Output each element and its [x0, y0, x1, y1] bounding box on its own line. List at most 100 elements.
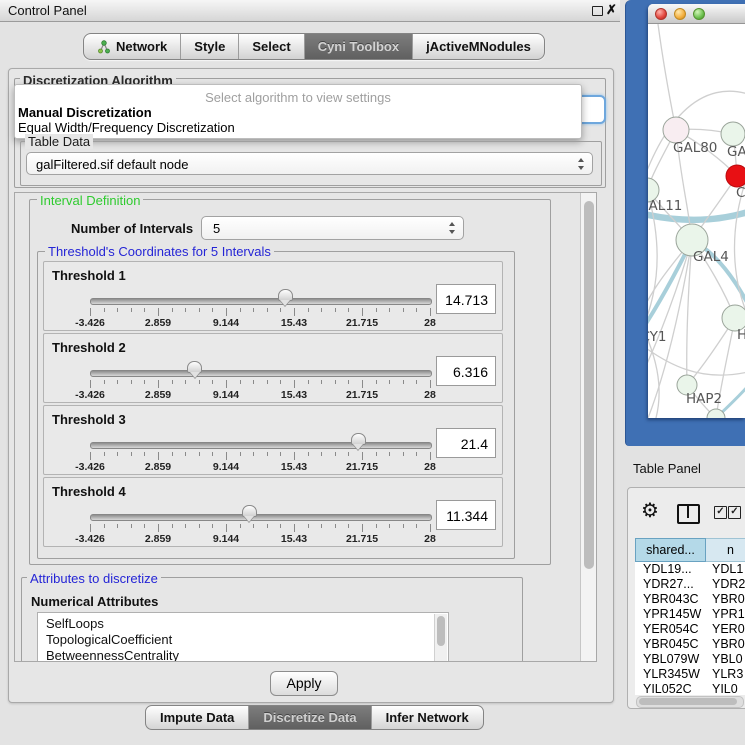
slider-tick-label: 28: [424, 533, 436, 545]
slider-tick-label: 2.859: [145, 389, 171, 401]
tab-network[interactable]: Network: [84, 34, 181, 59]
control-panel-tabbar: NetworkStyleSelectCyni Toolbox jActiveMNo…: [83, 33, 545, 60]
cell-shared-name: YDR27...: [643, 577, 694, 591]
bottom-tab-infer-network[interactable]: Infer Network: [372, 706, 483, 729]
threshold-value-field[interactable]: 21.4: [436, 428, 496, 458]
cell-shared-name: YBR043C: [643, 592, 699, 606]
slider-tick-label: 21.715: [346, 317, 378, 329]
threshold-slider-thumb[interactable]: [351, 433, 366, 445]
tab-jactivemnodules[interactable]: jActiveMNodules: [413, 34, 544, 59]
table-row[interactable]: YBR045CYBR0: [635, 637, 745, 652]
threshold-slider-track[interactable]: [90, 514, 432, 521]
network-node-label: GAL80: [673, 140, 717, 156]
scrollbar-thumb[interactable]: [437, 616, 445, 646]
network-node-c[interactable]: [726, 165, 745, 187]
table-horizontal-scrollbar[interactable]: [636, 696, 744, 708]
slider-tick: [376, 308, 377, 312]
threshold-value-field[interactable]: 11.344: [436, 500, 496, 530]
slider-tick: [280, 452, 281, 456]
zoom-traffic-light[interactable]: [693, 8, 705, 20]
bottom-tab-discretize-data[interactable]: Discretize Data: [249, 706, 371, 729]
slider-tick: [253, 380, 254, 384]
threshold-value-field[interactable]: 6.316: [436, 356, 496, 386]
cell-name: YDR2: [712, 577, 745, 591]
table-row[interactable]: YDL19...YDL1: [635, 562, 745, 577]
slider-tick: [389, 380, 390, 384]
table-data-combobox[interactable]: galFiltered.sif default node: [26, 152, 593, 175]
slider-tick: [348, 524, 349, 528]
slider-tick: [403, 524, 404, 528]
table-row[interactable]: YER054CYER0: [635, 622, 745, 637]
scrollbar-thumb[interactable]: [639, 698, 737, 705]
attribute-list-item[interactable]: BetweennessCentrality: [46, 648, 179, 662]
slider-tick-label: -3.426: [75, 533, 105, 545]
cell-name: YBR0: [712, 637, 745, 651]
algorithm-option[interactable]: Equal Width/Frequency Discretization: [18, 120, 235, 135]
table-row[interactable]: YDR27... YDR2: [635, 577, 745, 592]
apply-button[interactable]: Apply: [270, 671, 338, 696]
slider-tick: [90, 524, 91, 532]
slider-tick: [144, 380, 145, 384]
threshold-slider-thumb[interactable]: [278, 289, 293, 301]
close-icon[interactable]: ✗: [606, 2, 617, 18]
gear-icon[interactable]: ⚙: [641, 501, 659, 521]
close-traffic-light[interactable]: [655, 8, 667, 20]
slider-tick: [389, 452, 390, 456]
checkbox-icon[interactable]: ✓: [714, 506, 727, 519]
table-row[interactable]: YIL052CYIL0: [635, 682, 745, 695]
float-window-icon[interactable]: [592, 6, 603, 16]
slider-tick-label: 9.144: [213, 461, 239, 473]
network-node-label: HAP2: [686, 391, 722, 407]
threshold-slider-track[interactable]: [90, 370, 432, 377]
tab-style[interactable]: Style: [181, 34, 239, 59]
slider-tick: [253, 524, 254, 528]
slider-tick: [104, 308, 105, 312]
bottom-tab-impute-data[interactable]: Impute Data: [146, 706, 249, 729]
slider-tick: [416, 524, 417, 528]
slider-tick: [321, 452, 322, 456]
threshold-value-field[interactable]: 14.713: [436, 284, 496, 314]
table-row[interactable]: YBL079WYBL0: [635, 652, 745, 667]
tab-cyni-toolbox[interactable]: Cyni Toolbox: [305, 34, 413, 59]
slider-tick: [131, 308, 132, 312]
threshold-slider-track[interactable]: [90, 442, 432, 449]
columns-icon[interactable]: [677, 504, 700, 524]
numerical-attributes-list[interactable]: SelfLoopsTopologicalCoefficientBetweenne…: [37, 612, 449, 662]
slider-tick: [117, 524, 118, 528]
number-of-intervals-spinner[interactable]: 5: [201, 216, 464, 240]
cell-shared-name: YER054C: [643, 622, 699, 636]
slider-tick: [362, 308, 363, 316]
attribute-list-item[interactable]: SelfLoops: [46, 616, 104, 631]
checkbox-icon[interactable]: ✓: [728, 506, 741, 519]
minimize-traffic-light[interactable]: [674, 8, 686, 20]
threshold-label: Threshold 3: [52, 412, 126, 427]
threshold-slider-thumb[interactable]: [242, 505, 257, 517]
cell-shared-name: YPR145W: [643, 607, 701, 621]
threshold-slider-track[interactable]: [90, 298, 432, 305]
slider-tick: [199, 452, 200, 456]
table-row[interactable]: YLR345WYLR3: [635, 667, 745, 682]
tab-label: jActiveMNodules: [426, 39, 531, 54]
table-rows: YDL19...YDL1YDR27...YDR2YBR043CYBR0YPR14…: [635, 562, 745, 695]
slider-tick: [104, 452, 105, 456]
slider-tick: [226, 452, 227, 460]
settings-vertical-scrollbar[interactable]: [580, 193, 597, 661]
attribute-list-item[interactable]: TopologicalCoefficient: [46, 632, 172, 647]
attributes-list-scrollbar[interactable]: [434, 614, 447, 662]
scrollbar-thumb[interactable]: [584, 201, 594, 569]
algorithm-placeholder-option[interactable]: Select algorithm to view settings: [15, 90, 581, 105]
column-header-shared-name[interactable]: shared...: [635, 538, 706, 562]
column-header-name[interactable]: n: [706, 538, 745, 562]
tab-select[interactable]: Select: [239, 34, 304, 59]
network-window-titlebar[interactable]: [648, 4, 745, 24]
table-row[interactable]: YPR145WYPR1: [635, 607, 745, 622]
slider-tick: [403, 452, 404, 456]
network-canvas[interactable]: GAL80GACGAL11GAL4GCY1HHAP2: [648, 24, 745, 418]
threshold-slider-thumb[interactable]: [187, 361, 202, 373]
table-row[interactable]: YBR043CYBR0: [635, 592, 745, 607]
network-node-ga[interactable]: [721, 122, 745, 146]
network-node-label: GAL11: [648, 198, 682, 214]
slider-tick: [240, 524, 241, 528]
slider-tick: [212, 308, 213, 312]
algorithm-option[interactable]: Manual Discretization: [18, 105, 152, 120]
